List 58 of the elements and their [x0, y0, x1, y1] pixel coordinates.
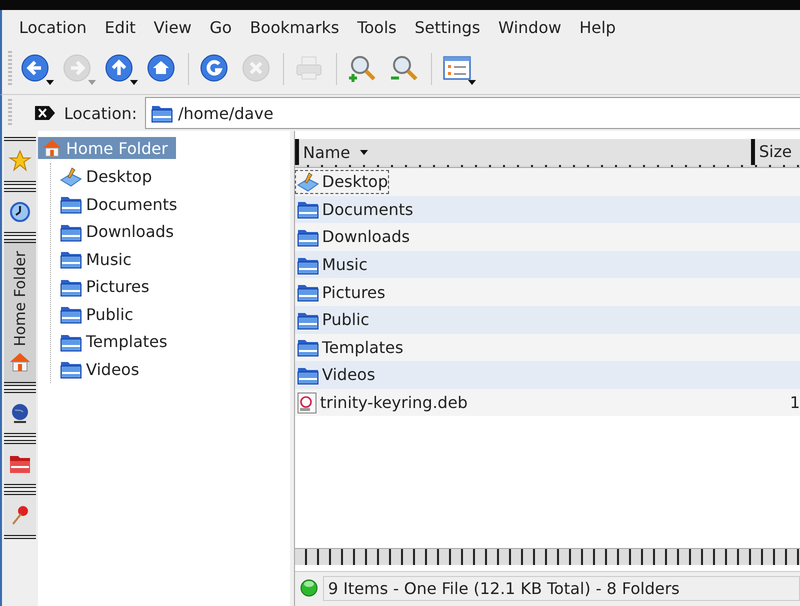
- menu-item[interactable]: Bookmarks: [240, 16, 348, 38]
- menu-item[interactable]: Edit: [96, 16, 145, 38]
- column-header[interactable]: Name: [295, 139, 755, 165]
- sidebar-tab[interactable]: [4, 188, 36, 236]
- menu-item[interactable]: View: [144, 16, 201, 38]
- star-icon: [8, 149, 32, 173]
- status-text: 9 Items - One File (12.1 KB Total) - 8 Folders: [323, 576, 800, 600]
- menu-item[interactable]: Settings: [406, 16, 490, 38]
- tree-item[interactable]: Pictures: [86, 277, 150, 296]
- sidebar-tab[interactable]: [4, 389, 36, 438]
- horizontal-scrollbar[interactable]: [295, 548, 800, 565]
- file-row[interactable]: Public: [295, 306, 800, 334]
- menu-item[interactable]: Help: [570, 16, 625, 38]
- clock-icon: [8, 200, 32, 224]
- location-label: Location:: [64, 104, 138, 122]
- tree-item[interactable]: Downloads: [86, 222, 174, 242]
- file-row[interactable]: Templates: [295, 334, 800, 362]
- tree-item[interactable]: Templates: [86, 332, 168, 352]
- file-row[interactable]: trinity-keyring.deb 1: [295, 388, 800, 416]
- file-item[interactable]: Videos: [295, 362, 376, 387]
- menu-item[interactable]: Go: [200, 16, 241, 38]
- column-header[interactable]: Size: [755, 139, 800, 165]
- file-row[interactable]: Videos: [295, 361, 800, 389]
- file-item[interactable]: Documents: [295, 197, 414, 222]
- location-field[interactable]: /home/dave: [145, 97, 800, 129]
- file-row[interactable]: Desktop: [295, 168, 800, 196]
- file-row[interactable]: Downloads: [295, 223, 800, 251]
- sidebar-tab[interactable]: Home Folder: [4, 239, 36, 386]
- file-item[interactable]: Desktop: [295, 170, 389, 194]
- package-icon: [296, 392, 318, 414]
- file-item[interactable]: trinity-keyring.deb: [295, 390, 469, 415]
- house-icon: [40, 137, 64, 159]
- sidebar-tab[interactable]: [4, 440, 36, 488]
- desktop-icon: [296, 170, 320, 193]
- menu-item[interactable]: Location: [10, 16, 96, 38]
- tree-item[interactable]: Desktop: [86, 167, 152, 186]
- tree-item[interactable]: Documents: [86, 194, 178, 214]
- clear-icon[interactable]: [34, 104, 56, 122]
- file-item[interactable]: Downloads: [295, 224, 411, 249]
- file-item[interactable]: Music: [295, 252, 369, 277]
- file-row[interactable]: Documents: [295, 196, 800, 224]
- desktop-icon: [59, 166, 83, 188]
- tree-item[interactable]: Videos: [86, 360, 140, 379]
- file-item[interactable]: Pictures: [295, 280, 386, 304]
- file-row[interactable]: Pictures: [295, 278, 800, 306]
- tree-item[interactable]: Public: [86, 304, 134, 324]
- status-light-icon: [299, 578, 319, 598]
- menu-item[interactable]: Window: [489, 16, 570, 38]
- file-row[interactable]: Music: [295, 250, 800, 278]
- file-item[interactable]: Public: [295, 308, 370, 332]
- file-item[interactable]: Templates: [295, 335, 404, 360]
- tree-item[interactable]: Music: [86, 250, 132, 269]
- menu-item[interactable]: Tools: [348, 16, 406, 38]
- sort-arrow-icon: [360, 150, 368, 154]
- sidebar-tab[interactable]: [4, 491, 36, 540]
- size-cell: 1: [790, 393, 800, 412]
- house-icon: [8, 350, 32, 374]
- sidebar-tab[interactable]: [4, 137, 36, 185]
